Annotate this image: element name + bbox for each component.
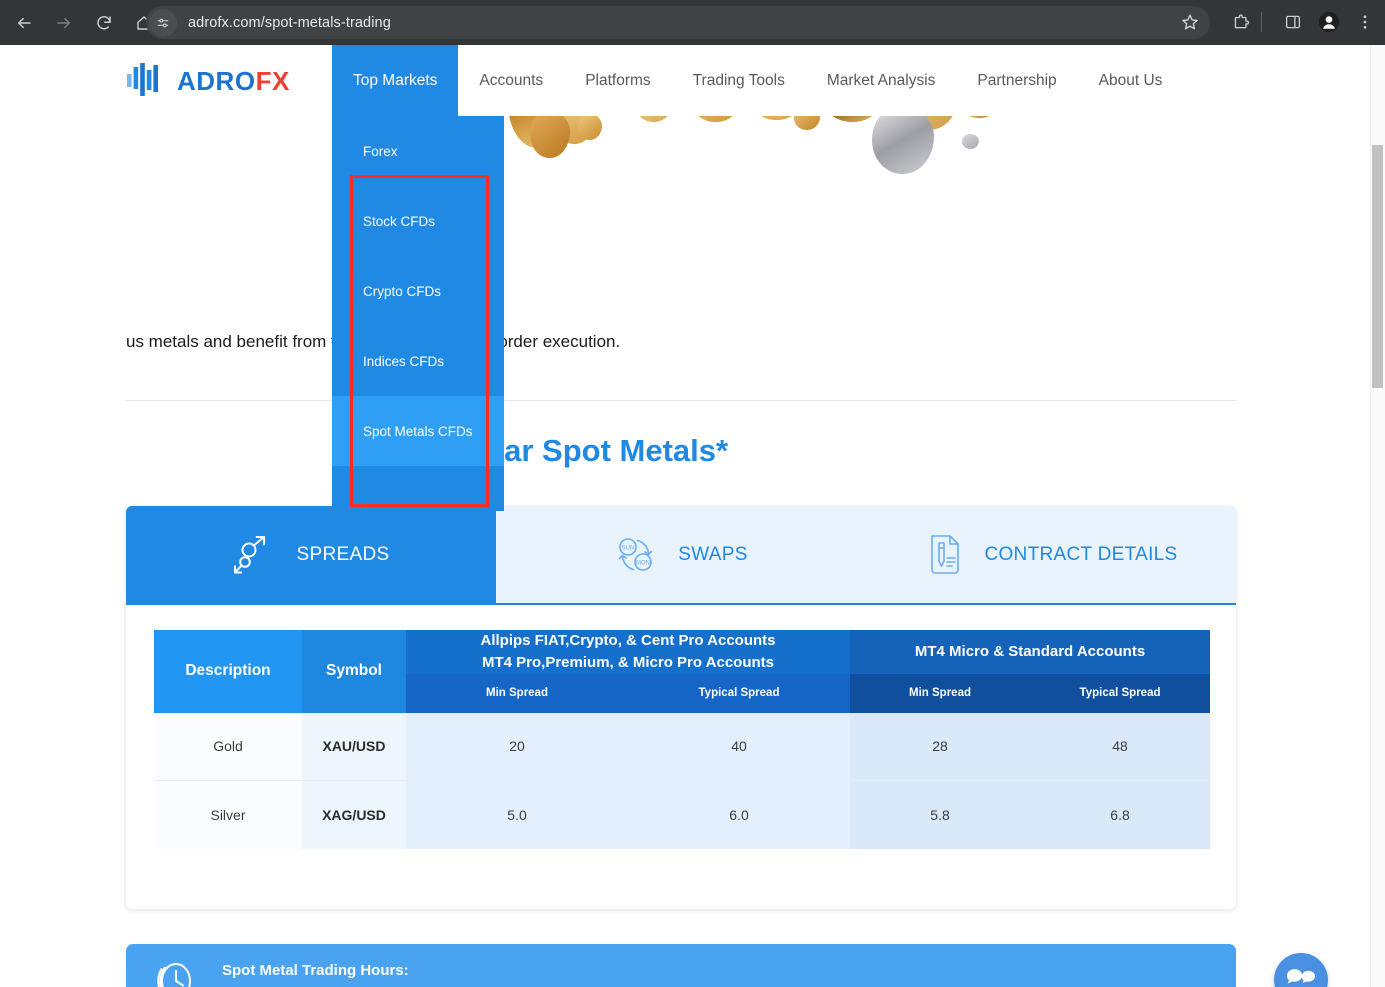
top-markets-dropdown: Forex Stock CFDs Crypto CFDs Indices CFD… xyxy=(332,116,504,511)
dropdown-item-crypto-cfds[interactable]: Crypto CFDs xyxy=(332,256,504,326)
reload-button[interactable] xyxy=(88,7,120,39)
trading-hours-text: Spot Metal Trading Hours: From Monday 01… xyxy=(222,962,1043,987)
nav-item-partnership[interactable]: Partnership xyxy=(956,45,1077,116)
address-bar-url: adrofx.com/spot-metals-trading xyxy=(188,14,391,31)
chat-icon xyxy=(1287,969,1315,984)
cell-symbol: XAG/USD xyxy=(302,780,406,849)
browser-chrome: adrofx.com/spot-metals-trading xyxy=(0,0,1385,45)
toolbar-divider xyxy=(1261,12,1262,32)
spreads-table: Description Symbol Allpips FIAT,Crypto, … xyxy=(154,630,1211,849)
logo-text-fx: FX xyxy=(255,65,290,96)
nav-item-accounts[interactable]: Accounts xyxy=(458,45,564,116)
trading-hours-banner: Spot Metal Trading Hours: From Monday 01… xyxy=(126,944,1236,987)
header-symbol: Symbol xyxy=(302,630,406,713)
page-viewport: us metals and benefit from tight spreads… xyxy=(0,45,1385,987)
cell-b-min: 5.8 xyxy=(850,780,1031,849)
section-divider xyxy=(126,400,1236,401)
header-group-a-line2: MT4 Pro,Premium, & Micro Pro Accounts xyxy=(482,653,774,671)
profile-avatar-icon[interactable] xyxy=(1313,6,1345,38)
nav-item-trading-tools[interactable]: Trading Tools xyxy=(672,45,806,116)
logo-text: ADROFX xyxy=(177,66,290,97)
header-b-min-spread: Min Spread xyxy=(850,673,1031,713)
nav-item-top-markets[interactable]: Top Markets xyxy=(332,45,459,116)
cell-description: Silver xyxy=(154,780,302,849)
dropdown-item-indices-cfds[interactable]: Indices CFDs xyxy=(332,326,504,396)
page-scrollbar-thumb[interactable] xyxy=(1372,145,1383,388)
header-a-min-spread: Min Spread xyxy=(406,673,628,713)
chat-widget-button[interactable] xyxy=(1274,953,1328,987)
main-navigation: Top Markets Accounts Platforms Trading T… xyxy=(332,45,1183,116)
site-logo[interactable]: ADROFX xyxy=(126,62,290,100)
cell-a-typical: 6.0 xyxy=(628,780,851,849)
nav-item-about-us[interactable]: About Us xyxy=(1078,45,1184,116)
extensions-icon[interactable] xyxy=(1225,6,1257,38)
forward-button[interactable] xyxy=(48,7,80,39)
table-row: Gold XAU/USD 20 40 28 48 xyxy=(154,712,1211,781)
tab-swaps-label: SWAPS xyxy=(678,543,748,565)
trading-hours-title: Spot Metal Trading Hours: xyxy=(222,962,409,979)
cell-b-typical: 48 xyxy=(1030,712,1211,781)
cell-b-min: 28 xyxy=(850,712,1031,781)
cell-b-typical: 6.8 xyxy=(1030,780,1211,849)
cell-a-min: 5.0 xyxy=(406,780,628,849)
nav-item-platforms[interactable]: Platforms xyxy=(564,45,671,116)
document-pen-icon xyxy=(924,532,966,578)
cell-description: Gold xyxy=(154,712,302,781)
site-header: ADROFX Top Markets Accounts Platforms Tr… xyxy=(0,45,1370,116)
spot-metals-card: SPREADS SUN MON SWAPS CONTRACT DETAILS D… xyxy=(126,506,1236,909)
swap-cycle-icon: SUN MON xyxy=(614,533,660,577)
spread-arrows-icon xyxy=(233,533,279,577)
header-a-typical-spread: Typical Spread xyxy=(628,673,851,713)
page-scrollbar-track[interactable] xyxy=(1370,45,1385,987)
header-group-a: Allpips FIAT,Crypto, & Cent Pro Accounts… xyxy=(406,630,851,674)
header-description: Description xyxy=(154,630,302,713)
header-group-a-line1: Allpips FIAT,Crypto, & Cent Pro Accounts xyxy=(480,632,776,649)
table-row: Silver XAG/USD 5.0 6.0 5.8 6.8 xyxy=(154,780,1211,849)
dropdown-item-stock-cfds[interactable]: Stock CFDs xyxy=(332,186,504,256)
header-group-b: MT4 Micro & Standard Accounts xyxy=(850,630,1211,674)
dropdown-item-forex[interactable]: Forex xyxy=(332,116,504,186)
tab-spreads[interactable]: SPREADS xyxy=(126,506,496,603)
tab-bar: SPREADS SUN MON SWAPS CONTRACT DETAILS xyxy=(126,506,1236,605)
side-panel-icon[interactable] xyxy=(1277,6,1309,38)
bookmark-star-icon[interactable] xyxy=(1174,6,1206,38)
dropdown-item-spot-metals-cfds[interactable]: Spot Metals CFDs xyxy=(332,396,504,466)
intro-paragraph: us metals and benefit from tight spreads… xyxy=(126,332,621,351)
header-b-typical-spread: Typical Spread xyxy=(1030,673,1211,713)
nav-item-market-analysis[interactable]: Market Analysis xyxy=(806,45,957,116)
tab-contract-details-label: CONTRACT DETAILS xyxy=(984,543,1178,565)
table-header-row-1: Description Symbol Allpips FIAT,Crypto, … xyxy=(154,630,1211,713)
logo-text-adro: ADRO xyxy=(177,65,256,96)
logo-bars-icon xyxy=(127,63,158,96)
svg-text:SUN: SUN xyxy=(622,545,635,551)
clock-icon xyxy=(152,957,198,987)
site-info-icon[interactable] xyxy=(149,8,177,37)
tab-contract-details[interactable]: CONTRACT DETAILS xyxy=(866,506,1236,603)
back-button[interactable] xyxy=(8,7,40,39)
tab-spreads-label: SPREADS xyxy=(296,543,390,565)
svg-text:MON: MON xyxy=(636,560,650,566)
cell-a-typical: 40 xyxy=(628,712,851,781)
hero-image xyxy=(0,116,1370,226)
chrome-menu-icon[interactable] xyxy=(1349,6,1381,38)
address-bar[interactable]: adrofx.com/spot-metals-trading xyxy=(146,6,1210,39)
cell-a-min: 20 xyxy=(406,712,628,781)
cell-symbol: XAU/USD xyxy=(302,712,406,781)
tab-swaps[interactable]: SUN MON SWAPS xyxy=(496,506,866,603)
